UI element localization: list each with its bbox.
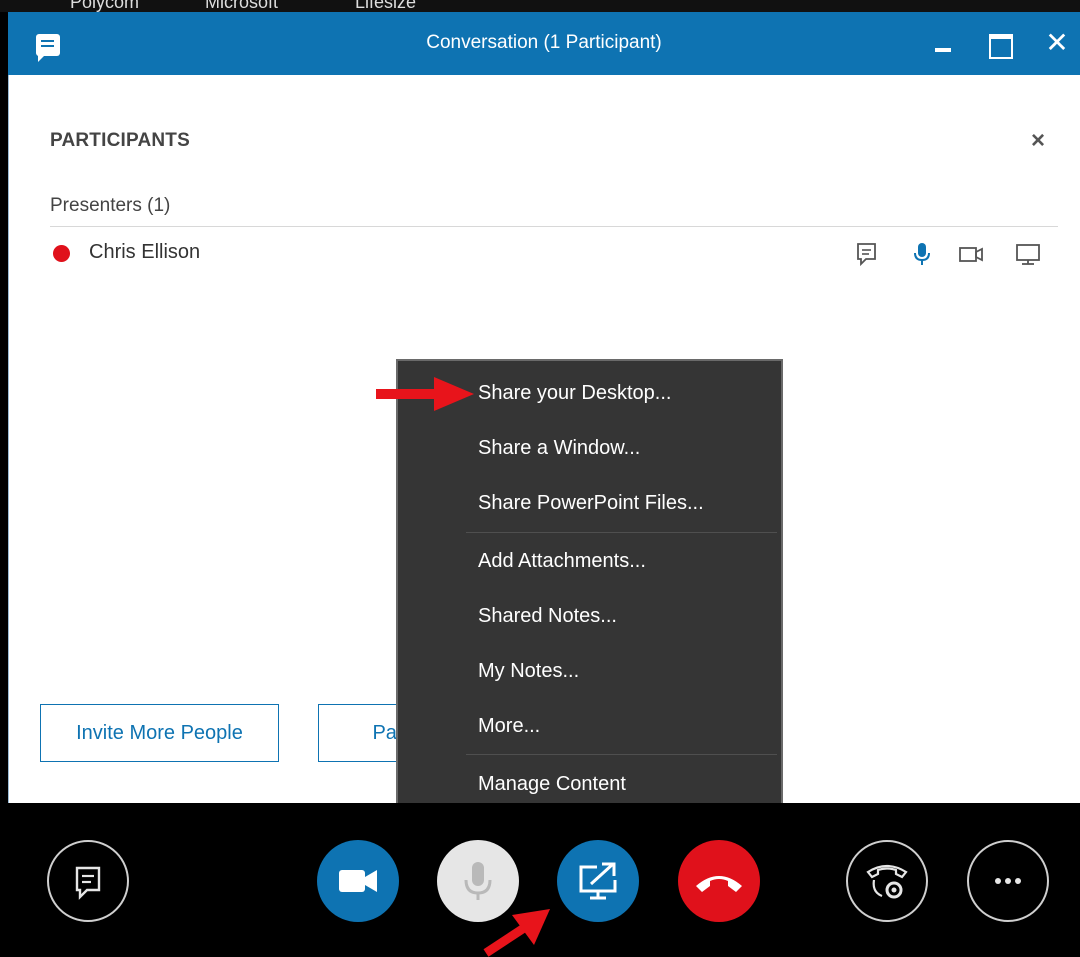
invite-more-people-button[interactable]: Invite More People — [40, 704, 279, 762]
video-button[interactable] — [317, 840, 399, 922]
presenters-group-label[interactable]: Presenters (1) — [50, 195, 170, 217]
menu-item-more[interactable]: More... — [478, 715, 540, 738]
close-panel-button[interactable]: × — [1031, 127, 1045, 155]
participant-microphone-icon — [909, 241, 935, 267]
video-icon — [339, 870, 377, 892]
menu-item-add-attachments[interactable]: Add Attachments... — [478, 550, 646, 573]
close-window-button[interactable]: ✕ — [1039, 26, 1075, 60]
chat-icon — [75, 866, 101, 900]
present-icon — [579, 862, 617, 900]
more-options-button[interactable] — [967, 840, 1049, 922]
instant-message-button[interactable] — [47, 840, 129, 922]
participant-name[interactable]: Chris Ellison — [89, 241, 200, 264]
present-content-button[interactable] — [557, 840, 639, 922]
window-title: Conversation (1 Participant) — [426, 32, 662, 53]
background-text: Lifesize — [355, 0, 417, 12]
menu-separator — [466, 532, 777, 533]
minimize-button[interactable] — [925, 26, 961, 60]
hangup-icon — [696, 876, 742, 892]
menu-item-share-desktop[interactable]: Share your Desktop... — [478, 382, 671, 405]
more-options-icon — [995, 878, 1021, 884]
panel-title: PARTICIPANTS — [50, 130, 190, 151]
menu-item-manage-content[interactable]: Manage Content — [478, 773, 626, 796]
menu-item-share-window[interactable]: Share a Window... — [478, 437, 640, 460]
menu-item-shared-notes[interactable]: Shared Notes... — [478, 605, 617, 628]
participant-screen-share-icon — [1014, 241, 1040, 267]
presence-status-dot — [53, 245, 70, 262]
menu-separator — [466, 754, 777, 755]
annotation-arrow-icon — [376, 377, 474, 411]
participant-chat-icon — [854, 241, 880, 267]
divider — [50, 226, 1058, 227]
background-text: Microsoft — [205, 0, 279, 12]
participant-video-icon — [957, 241, 983, 267]
maximize-button[interactable] — [981, 26, 1017, 60]
background-window-strip: Polycom Microsoft Lifesize — [0, 0, 1080, 12]
annotation-arrow-icon — [483, 909, 550, 957]
background-text: Polycom — [70, 0, 140, 12]
hang-up-button[interactable] — [678, 840, 760, 922]
share-content-menu: Share your Desktop... Share a Window... … — [396, 359, 783, 818]
menu-item-my-notes[interactable]: My Notes... — [478, 660, 579, 683]
call-controls-icon — [866, 864, 908, 899]
call-controls-button[interactable] — [846, 840, 928, 922]
title-bar: Conversation (1 Participant) ✕ — [8, 12, 1080, 75]
menu-item-share-powerpoint[interactable]: Share PowerPoint Files... — [478, 492, 704, 515]
